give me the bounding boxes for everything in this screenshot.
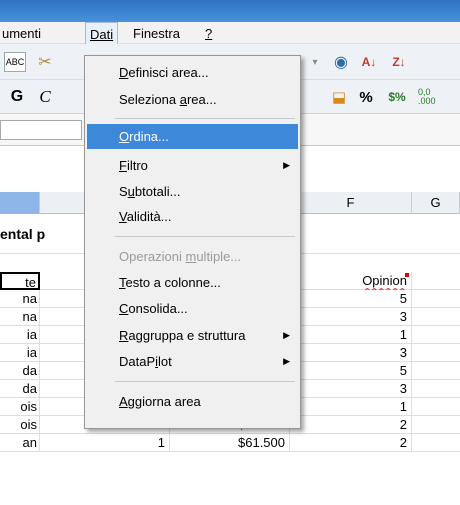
cell-f[interactable]: 2 [290, 434, 412, 452]
sort-ascending-icon[interactable]: A↓ [358, 51, 380, 73]
menu-item-ordina[interactable]: Ordina... [87, 124, 298, 149]
submenu-arrow-icon: ▶ [283, 160, 290, 170]
cell-d[interactable]: 1 [40, 434, 170, 452]
menu-finestra[interactable]: Finestra [133, 26, 180, 41]
menu-bar: umenti Dati Finestra ? [0, 22, 460, 44]
cell-f[interactable]: 5 [290, 290, 412, 308]
menu-separator [115, 118, 295, 119]
window-title-bar [0, 0, 460, 22]
column-header-a[interactable] [0, 192, 40, 214]
cell-f[interactable]: 3 [290, 380, 412, 398]
menu-item-subtotali[interactable]: Subtotali... [87, 179, 298, 204]
currency-format-icon[interactable]: ⬓ [328, 86, 350, 108]
cell-f[interactable]: 2 [290, 416, 412, 434]
menu-item-raggruppa-struttura[interactable]: Raggruppa e struttura ▶ [87, 323, 298, 348]
menu-dati[interactable]: Dati [85, 22, 119, 44]
menu-item-label: Testo a colonne... [119, 275, 221, 290]
table-row: an 1 $61.500 2 [0, 434, 460, 452]
menu-item-label: Operazioni multiple... [119, 249, 242, 264]
cell-f[interactable]: 5 [290, 362, 412, 380]
header-cell-opinion[interactable]: Opinion [290, 272, 412, 290]
menu-item-definisci-area[interactable]: Definisci area... [87, 60, 298, 85]
menu-item-label: Definisci area... [119, 65, 209, 80]
opinion-header-text: Opinion [362, 273, 407, 288]
cell-f[interactable]: 1 [290, 326, 412, 344]
name-box[interactable] [0, 120, 82, 140]
menu-item-label: Consolida... [119, 301, 188, 316]
menu-item-operazioni-multiple[interactable]: Operazioni multiple... [87, 244, 298, 269]
dropdown-arrow-icon[interactable]: ▾ [310, 53, 320, 71]
menu-strumenti[interactable]: umenti [2, 26, 41, 41]
dati-dropdown-menu: Definisci area... Seleziona area... Ordi… [84, 55, 301, 429]
cut-icon[interactable]: ✂ [34, 51, 56, 73]
menu-item-label: Filtro [119, 158, 148, 173]
menu-item-label: Seleziona area... [119, 92, 217, 107]
column-header-f[interactable]: F [290, 192, 412, 214]
menu-separator [115, 381, 295, 382]
menu-help[interactable]: ? [205, 26, 212, 41]
comment-indicator-icon [405, 273, 409, 277]
menu-item-validita[interactable]: Validità... [87, 204, 298, 229]
decimal-format-button[interactable]: 0,0 .000 [418, 86, 448, 108]
menu-separator [115, 236, 295, 237]
submenu-arrow-icon: ▶ [283, 330, 290, 340]
menu-item-datapilot[interactable]: DataPilot ▶ [87, 349, 298, 374]
cell-a[interactable]: ia [0, 326, 40, 344]
cell-f[interactable]: 3 [290, 344, 412, 362]
menu-item-consolida[interactable]: Consolida... [87, 296, 298, 321]
cell-a[interactable]: na [0, 308, 40, 326]
cell-a[interactable]: da [0, 362, 40, 380]
cell-a[interactable]: ois [0, 398, 40, 416]
menu-item-label: Aggiorna area [119, 394, 201, 409]
sheet-title-cell[interactable]: ental p [0, 226, 45, 242]
menu-item-seleziona-area[interactable]: Seleziona area... [87, 87, 298, 112]
navigator-icon[interactable]: ◉ [330, 51, 352, 73]
menu-item-aggiorna-area[interactable]: Aggiorna area [87, 389, 298, 414]
menu-item-label: DataPilot [119, 354, 172, 369]
menu-item-label: Raggruppa e struttura [119, 328, 246, 343]
cell-a[interactable]: na [0, 290, 40, 308]
menu-item-filtro[interactable]: Filtro ▶ [87, 153, 298, 178]
menu-item-label: Ordina... [119, 129, 169, 144]
italic-button[interactable]: C [34, 86, 56, 108]
bold-button[interactable]: G [6, 86, 28, 108]
cell-e[interactable]: $61.500 [170, 434, 290, 452]
cell-f[interactable]: 3 [290, 308, 412, 326]
menu-item-label: Subtotali... [119, 184, 181, 199]
column-header-g[interactable]: G [412, 192, 460, 214]
cell-a[interactable]: ois [0, 416, 40, 434]
header-cell-a[interactable]: te [0, 272, 40, 290]
spellcheck-icon[interactable]: ABC [4, 52, 26, 72]
sort-descending-icon[interactable]: Z↓ [388, 51, 410, 73]
cell-a[interactable]: an [0, 434, 40, 452]
menu-item-label: Validità... [119, 209, 172, 224]
menu-item-testo-a-colonne[interactable]: Testo a colonne... [87, 270, 298, 295]
percent-format-button[interactable]: % [355, 86, 377, 108]
cell-a[interactable]: da [0, 380, 40, 398]
standard-format-button[interactable]: $% [384, 86, 410, 108]
cell-f[interactable]: 1 [290, 398, 412, 416]
submenu-arrow-icon: ▶ [283, 356, 290, 366]
cell-a[interactable]: ia [0, 344, 40, 362]
